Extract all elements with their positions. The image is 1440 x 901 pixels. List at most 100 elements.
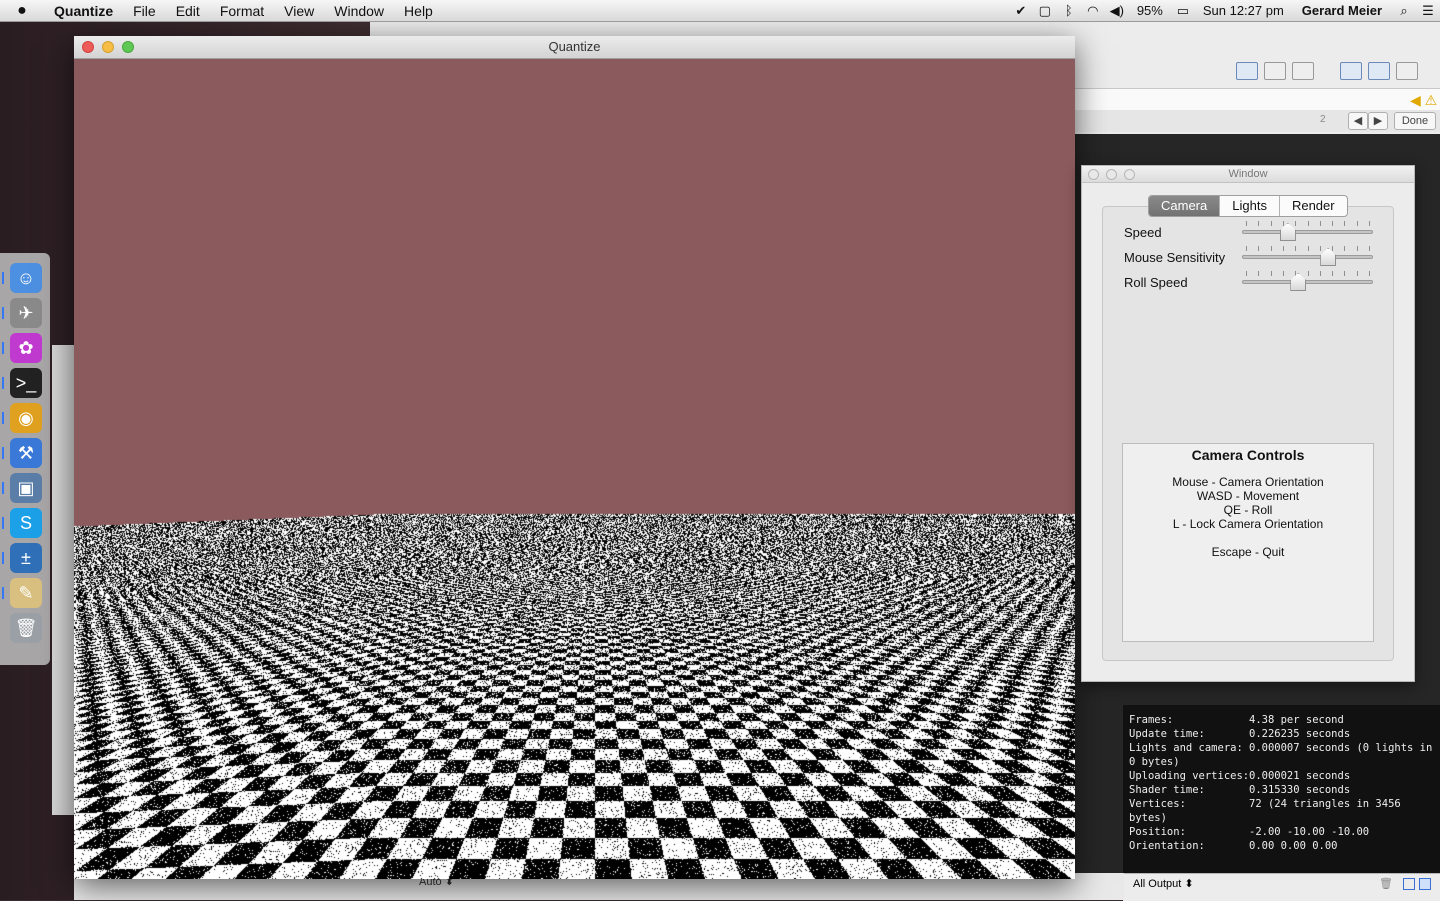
- textedit-icon[interactable]: ✎: [10, 578, 42, 608]
- skype-icon[interactable]: S: [10, 508, 42, 538]
- minimize-button[interactable]: [102, 41, 114, 53]
- running-indicator: [2, 272, 4, 284]
- slider-tick: [1369, 271, 1370, 276]
- slider-tick: [1270, 271, 1272, 276]
- slider-tick: [1258, 246, 1260, 251]
- console-line: Uploading vertices: 0.000021 seconds: [1129, 769, 1440, 783]
- menu-format[interactable]: Format: [210, 3, 274, 19]
- xcode-icon[interactable]: ⚒: [10, 438, 42, 468]
- volume-icon[interactable]: ◀): [1107, 3, 1127, 19]
- chrome-icon[interactable]: ◉: [10, 403, 42, 433]
- trash-icon[interactable]: 🗑: [10, 613, 42, 643]
- slider-tick: [1246, 246, 1247, 251]
- console-line: bytes): [1129, 811, 1440, 825]
- slider-tick: [1332, 221, 1334, 226]
- slider-tick: [1258, 271, 1260, 276]
- running-indicator: [2, 517, 4, 529]
- screen-icon[interactable]: ▢: [1035, 3, 1055, 19]
- finder-icon[interactable]: ☺: [10, 263, 42, 293]
- assistant-icon[interactable]: [1292, 62, 1314, 80]
- slider-tick: [1270, 221, 1272, 226]
- window-titlebar[interactable]: Quantize: [74, 36, 1075, 59]
- slider-tick: [1369, 221, 1370, 226]
- console-line: Shader time: 0.315330 seconds: [1129, 783, 1440, 797]
- spotlight-search-icon[interactable]: ⌕: [1394, 3, 1414, 19]
- calculator-icon[interactable]: ±: [10, 543, 42, 573]
- find-result-count: 2: [1320, 114, 1326, 125]
- zoom-button[interactable]: [1124, 169, 1135, 180]
- controls-line: [1123, 531, 1373, 545]
- menu-file[interactable]: File: [123, 3, 166, 19]
- slider-tick: [1344, 221, 1346, 226]
- launchpad-icon[interactable]: ✈: [10, 298, 42, 328]
- bottom-panel-toggle-icon[interactable]: [1368, 62, 1390, 80]
- console-toolbar: All Output ⬍ 🗑: [1123, 873, 1440, 901]
- slider-tick: [1319, 271, 1321, 276]
- menu-app-name[interactable]: Quantize: [44, 3, 123, 19]
- checkerboard-floor: [74, 59, 1075, 879]
- find-previous-button[interactable]: ◀: [1348, 112, 1368, 130]
- slider-tick: [1319, 246, 1321, 251]
- left-panel-toggle-icon[interactable]: [1340, 62, 1362, 80]
- render-viewport[interactable]: [74, 59, 1075, 879]
- roll-speed-slider[interactable]: [1242, 271, 1373, 291]
- close-button[interactable]: [82, 41, 94, 53]
- console-output: Frames: 4.38 per second Update time: 0.2262…: [1123, 705, 1440, 873]
- slider-tick: [1258, 221, 1260, 226]
- console-value: 0 bytes): [1129, 756, 1180, 768]
- library-icon[interactable]: [1264, 62, 1286, 80]
- slider-tick: [1282, 271, 1284, 276]
- tab-camera[interactable]: Camera: [1149, 196, 1221, 216]
- bluetooth-icon[interactable]: ᛒ: [1059, 3, 1079, 18]
- tab-render[interactable]: Render: [1280, 196, 1347, 216]
- split-view-icon[interactable]: [1403, 878, 1415, 890]
- console-key: Shader time:: [1129, 784, 1205, 796]
- close-button[interactable]: [1088, 169, 1099, 180]
- notification-list-icon[interactable]: ☰: [1418, 3, 1438, 19]
- slider-tick: [1307, 221, 1309, 226]
- mouse-sensitivity-slider[interactable]: [1242, 246, 1373, 266]
- menu-help[interactable]: Help: [394, 3, 443, 19]
- console-line: Vertices: 72 (24 triangles in 3456: [1129, 797, 1440, 811]
- terminal-icon[interactable]: >_: [10, 368, 42, 398]
- controls-line: QE - Roll: [1223, 503, 1273, 517]
- running-indicator: [2, 482, 4, 494]
- menu-view[interactable]: View: [274, 3, 324, 19]
- apple-icon[interactable]: ●: [0, 2, 44, 20]
- settings-titlebar[interactable]: Window: [1082, 166, 1414, 183]
- checkmark-circle-icon[interactable]: ✔: [1011, 3, 1031, 19]
- right-panel-toggle-icon[interactable]: [1396, 62, 1418, 80]
- user-name[interactable]: Gerard Meier: [1302, 3, 1382, 18]
- battery-percent: 95%: [1136, 3, 1163, 18]
- tab-lights[interactable]: Lights: [1220, 196, 1280, 216]
- console-key: Orientation:: [1129, 840, 1205, 852]
- minimize-button[interactable]: [1106, 169, 1117, 180]
- flower-app-icon[interactable]: ✿: [10, 333, 42, 363]
- slider-tick: [1295, 221, 1297, 226]
- wifi-icon[interactable]: ◠: [1083, 3, 1103, 19]
- speed-slider[interactable]: [1242, 221, 1373, 241]
- status-area: ✔ ▢ ᛒ ◠ ◀) 95% ▭ Sun 12:27 pm Gerard Mei…: [1009, 0, 1440, 21]
- menu-edit[interactable]: Edit: [166, 3, 210, 19]
- output-filter-select[interactable]: All Output ⬍: [1133, 877, 1194, 890]
- console-value: 72 (24 triangles in 3456: [1249, 798, 1401, 810]
- slider-tick: [1332, 271, 1334, 276]
- find-next-button[interactable]: ▶: [1368, 112, 1388, 130]
- slider-tick: [1270, 246, 1272, 251]
- window-title: Quantize: [548, 39, 601, 54]
- controls-line: WASD - Movement: [1196, 489, 1300, 503]
- console-value: 0.00 0.00 0.00: [1249, 840, 1338, 852]
- battery-icon[interactable]: ▭: [1173, 3, 1193, 19]
- slider-tick: [1356, 271, 1358, 276]
- preview-icon[interactable]: ▣: [10, 473, 42, 503]
- console-key: Lights and camera:: [1129, 742, 1243, 754]
- output-view-icon[interactable]: [1419, 878, 1431, 890]
- running-indicator: [2, 552, 4, 564]
- find-done-button[interactable]: Done: [1394, 112, 1436, 130]
- menu-window[interactable]: Window: [324, 3, 394, 19]
- list-view-icon[interactable]: [1236, 62, 1258, 80]
- zoom-button[interactable]: [122, 41, 134, 53]
- console-line: Orientation: 0.00 0.00 0.00: [1129, 839, 1440, 853]
- clock[interactable]: Sun 12:27 pm: [1203, 3, 1284, 18]
- trash-icon[interactable]: 🗑: [1379, 877, 1393, 890]
